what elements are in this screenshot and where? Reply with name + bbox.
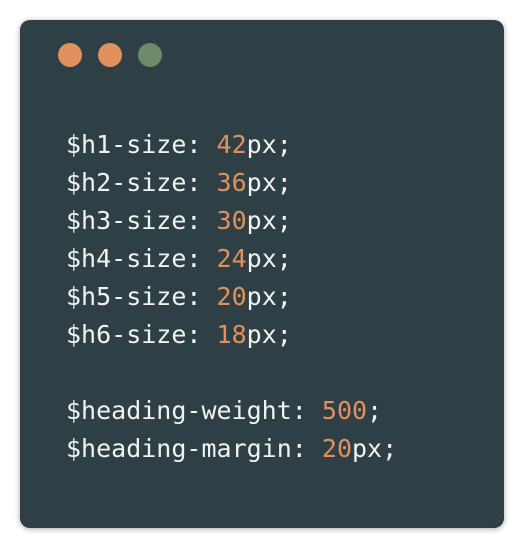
separator: : (186, 168, 217, 197)
number-value: 20 (321, 434, 352, 463)
number-value: 18 (216, 320, 247, 349)
variable-name: $h1-size (66, 130, 187, 159)
code-line: $h5-size: 20px; (66, 278, 397, 316)
number-value: 500 (321, 396, 368, 425)
separator: : (186, 244, 217, 273)
code-block: $h1-size: 42px; $h2-size: 36px; $h3-size: … (66, 126, 397, 468)
code-line: $h4-size: 24px; (66, 240, 397, 278)
terminator: ; (276, 320, 292, 349)
terminator: ; (367, 396, 383, 425)
unit: px (352, 434, 383, 463)
variable-name: $h6-size (66, 320, 187, 349)
code-line: $heading-margin: 20px; (66, 430, 397, 468)
variable-name: $h5-size (66, 282, 187, 311)
separator: : (186, 320, 217, 349)
variable-name: $heading-margin (66, 434, 292, 463)
terminator: ; (276, 168, 292, 197)
number-value: 36 (216, 168, 247, 197)
terminator: ; (276, 130, 292, 159)
unit: px (246, 206, 277, 235)
unit: px (246, 168, 277, 197)
maximize-dot-icon[interactable] (138, 43, 162, 67)
separator: : (186, 206, 217, 235)
terminator: ; (276, 206, 292, 235)
separator: : (291, 396, 322, 425)
number-value: 30 (216, 206, 247, 235)
terminator: ; (382, 434, 398, 463)
minimize-dot-icon[interactable] (98, 43, 122, 67)
unit: px (246, 130, 277, 159)
code-line: $h2-size: 36px; (66, 164, 397, 202)
separator: : (291, 434, 322, 463)
code-line: $heading-weight: 500; (66, 392, 397, 430)
variable-name: $h3-size (66, 206, 187, 235)
close-dot-icon[interactable] (58, 43, 82, 67)
number-value: 20 (216, 282, 247, 311)
code-line: $h1-size: 42px; (66, 126, 397, 164)
variable-name: $heading-weight (66, 396, 292, 425)
separator: : (186, 130, 217, 159)
code-line: $h3-size: 30px; (66, 202, 397, 240)
number-value: 24 (216, 244, 247, 273)
code-line: $h6-size: 18px; (66, 316, 397, 354)
variable-name: $h2-size (66, 168, 187, 197)
unit: px (246, 282, 277, 311)
terminator: ; (276, 282, 292, 311)
unit: px (246, 320, 277, 349)
variable-name: $h4-size (66, 244, 187, 273)
terminator: ; (276, 244, 292, 273)
separator: : (186, 282, 217, 311)
unit: px (246, 244, 277, 273)
number-value: 42 (216, 130, 247, 159)
